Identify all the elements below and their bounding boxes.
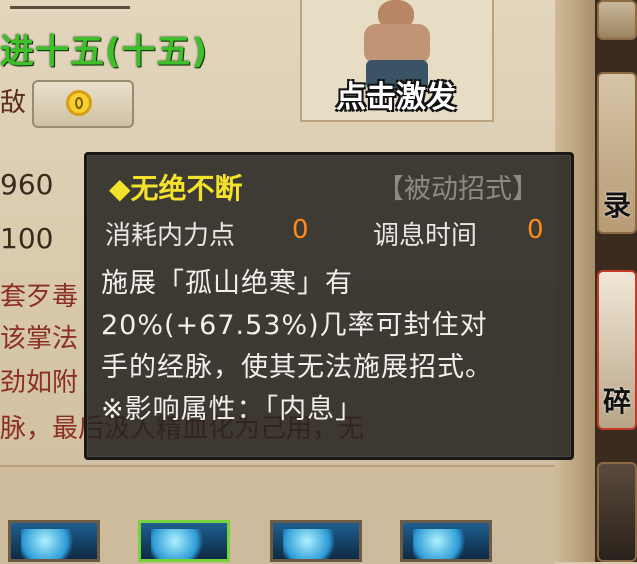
character-portrait-frame[interactable]: 点击激发 bbox=[300, 0, 494, 122]
right-slot-2[interactable]: 录 bbox=[597, 72, 637, 234]
skill-type: 【被动招式】 bbox=[377, 174, 539, 205]
level-title: 进十五(十五) bbox=[0, 32, 209, 72]
stat-value-b: 100 bbox=[0, 222, 54, 255]
row-label: 敌 bbox=[0, 88, 27, 118]
right-character-strip: 录 碎 bbox=[595, 0, 637, 562]
gold-coin-icon bbox=[66, 90, 92, 116]
cost-label: 消耗内力点 bbox=[105, 221, 236, 251]
skill-name: ◆无绝不断 bbox=[109, 172, 243, 205]
coin-button[interactable] bbox=[32, 80, 134, 128]
cost-value: 0 bbox=[292, 215, 309, 245]
skill-desc-line-1: 施展「孤山绝寒」有 bbox=[101, 268, 353, 299]
activate-label[interactable]: 点击激发 bbox=[316, 72, 476, 116]
right-slot-3-glyph: 碎 bbox=[603, 385, 632, 418]
cooldown-value: 0 bbox=[527, 215, 544, 245]
stat-value-a: 960 bbox=[0, 168, 54, 201]
right-slot-2-glyph: 录 bbox=[603, 189, 632, 222]
skill-desc-line-2: 20%(+67.53%)几率可封住对 bbox=[101, 310, 488, 341]
cooldown-label: 调息时间 bbox=[373, 221, 478, 251]
skill-slot-4[interactable] bbox=[400, 520, 492, 562]
background-desc-line-3: 劲如附 bbox=[0, 368, 79, 398]
figure-torso bbox=[364, 24, 430, 64]
right-slot-3[interactable]: 碎 bbox=[597, 270, 637, 430]
skill-tooltip: ◆无绝不断 【被动招式】 消耗内力点 0 调息时间 0 施展「孤山绝寒」有 20… bbox=[84, 152, 574, 460]
right-slot-1[interactable] bbox=[597, 0, 637, 40]
skill-desc-line-3: 手的经脉，使其无法施展招式。 bbox=[101, 352, 493, 383]
top-divider bbox=[10, 0, 130, 9]
skill-slot-1[interactable] bbox=[8, 520, 100, 562]
background-desc-line-1: 套歹毒 bbox=[0, 282, 79, 312]
background-desc-line-2: 该掌法 bbox=[0, 324, 79, 354]
skill-icon-2 bbox=[151, 529, 211, 559]
skill-icon-1 bbox=[21, 529, 81, 559]
skill-slot-3[interactable] bbox=[270, 520, 362, 562]
skill-desc-line-4: ※影响属性：「内息」 bbox=[101, 394, 364, 425]
skill-icon-3 bbox=[283, 529, 343, 559]
skill-icon-4 bbox=[413, 529, 473, 559]
right-slot-4[interactable] bbox=[597, 462, 637, 562]
skill-slot-2[interactable] bbox=[138, 520, 230, 562]
